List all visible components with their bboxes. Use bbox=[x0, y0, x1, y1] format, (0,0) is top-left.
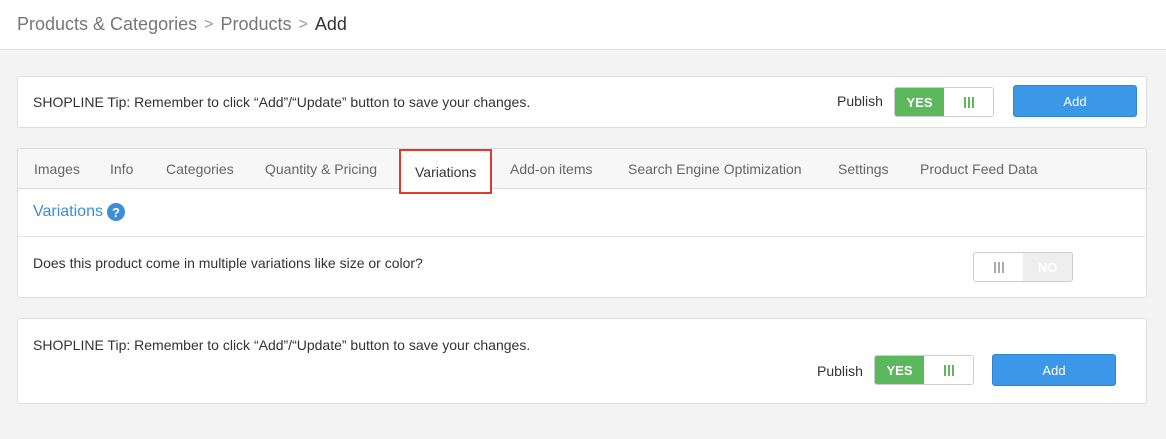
variations-toggle[interactable]: NO bbox=[973, 252, 1073, 282]
toggle-no-label: NO bbox=[1023, 253, 1072, 281]
variations-question: Does this product come in multiple varia… bbox=[33, 255, 423, 271]
tab-quantity-pricing[interactable]: Quantity & Pricing bbox=[265, 149, 377, 189]
toggle-yes-label: YES bbox=[875, 356, 924, 384]
toggle-grip-icon bbox=[924, 356, 973, 384]
question-circle-icon[interactable]: ? bbox=[106, 203, 125, 221]
breadcrumb-current: Add bbox=[314, 14, 347, 34]
publish-label: Publish bbox=[817, 363, 863, 379]
toggle-grip-icon bbox=[944, 88, 993, 116]
breadcrumb: Products & Categories > Products > Add bbox=[0, 0, 1166, 50]
publish-toggle[interactable]: YES bbox=[874, 355, 974, 385]
toggle-yes-label: YES bbox=[895, 88, 944, 116]
tab-seo[interactable]: Search Engine Optimization bbox=[628, 149, 802, 189]
breadcrumb-products[interactable]: Products bbox=[220, 14, 291, 35]
product-edit-panel: Images Info Categories Quantity & Pricin… bbox=[17, 148, 1147, 298]
bottom-tip-bar: SHOPLINE Tip: Remember to click “Add”/“U… bbox=[17, 318, 1147, 404]
tab-add-on-items[interactable]: Add-on items bbox=[510, 149, 592, 189]
tab-variations[interactable]: Variations bbox=[399, 149, 493, 194]
tab-images[interactable]: Images bbox=[34, 149, 80, 189]
tab-product-feed-data[interactable]: Product Feed Data bbox=[920, 149, 1038, 189]
add-button[interactable]: Add bbox=[1013, 85, 1137, 117]
variations-section-title: Variations ? bbox=[33, 203, 125, 221]
toggle-grip-icon bbox=[974, 253, 1023, 281]
breadcrumb-products-categories[interactable]: Products & Categories bbox=[17, 14, 197, 35]
tab-categories[interactable]: Categories bbox=[166, 149, 234, 189]
breadcrumb-separator: > bbox=[298, 15, 308, 33]
tab-settings[interactable]: Settings bbox=[838, 149, 889, 189]
top-tip-bar: SHOPLINE Tip: Remember to click “Add”/“U… bbox=[17, 76, 1147, 128]
add-button[interactable]: Add bbox=[992, 354, 1116, 386]
publish-toggle[interactable]: YES bbox=[894, 87, 994, 117]
breadcrumb-separator: > bbox=[204, 15, 214, 33]
tip-text: SHOPLINE Tip: Remember to click “Add”/“U… bbox=[33, 337, 531, 353]
tab-bar: Images Info Categories Quantity & Pricin… bbox=[18, 149, 1146, 194]
section-divider bbox=[18, 236, 1146, 237]
tab-info[interactable]: Info bbox=[110, 149, 133, 189]
publish-label: Publish bbox=[837, 93, 883, 109]
variations-title-text: Variations bbox=[33, 203, 103, 220]
tip-text: SHOPLINE Tip: Remember to click “Add”/“U… bbox=[33, 94, 531, 110]
